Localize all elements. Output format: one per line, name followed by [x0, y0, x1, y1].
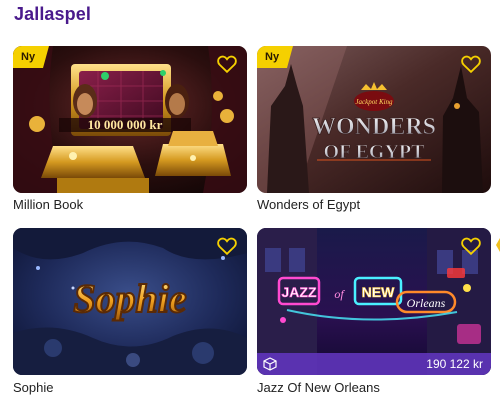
section-title: Jallaspel [14, 4, 91, 24]
favorite-heart-icon[interactable] [460, 235, 482, 257]
game-title[interactable]: Jazz Of New Orleans [257, 380, 380, 395]
game-card-wonders-of-egypt[interactable]: Jackpot King WONDERS OF EGYPT Ny [257, 46, 491, 193]
neon-orleans: Orleans [407, 296, 446, 310]
new-badge: Ny [13, 46, 51, 72]
neon-jazz: JAZZ [282, 284, 317, 300]
game-card-jazz-of-new-orleans[interactable]: JAZZ of NEW Orleans 190 122 kr [257, 228, 491, 375]
favorite-heart-icon[interactable] [216, 53, 238, 75]
art-amount-text: 10 000 000 kr [88, 117, 163, 132]
game-title[interactable]: Wonders of Egypt [257, 197, 360, 212]
game-card-sophie[interactable]: Sophie [13, 228, 247, 375]
scroll-right-arrow-icon[interactable] [496, 238, 500, 252]
favorite-heart-icon[interactable] [216, 235, 238, 257]
game-thumbnail: Sophie [13, 228, 247, 375]
favorite-heart-icon[interactable] [460, 53, 482, 75]
cube-icon [263, 357, 277, 371]
sophie-logo: Sophie [73, 276, 186, 321]
new-badge-label: Ny [265, 51, 280, 63]
jackpot-bar: 190 122 kr [257, 353, 491, 375]
jackpot-king-logo: Jackpot King [355, 98, 393, 106]
game-title[interactable]: Sophie [13, 380, 53, 395]
game-card-million-book[interactable]: 10 000 000 kr Ny [13, 46, 247, 193]
jackpot-amount: 190 122 kr [426, 357, 483, 371]
new-badge-label: Ny [21, 51, 36, 63]
game-title[interactable]: Million Book [13, 197, 83, 212]
new-badge: Ny [257, 46, 295, 72]
game-section: Jallaspel 10 000 000 kr Ny Million Book … [0, 0, 500, 401]
logo-line-1: WONDERS [312, 114, 436, 140]
neon-new: NEW [362, 284, 395, 300]
